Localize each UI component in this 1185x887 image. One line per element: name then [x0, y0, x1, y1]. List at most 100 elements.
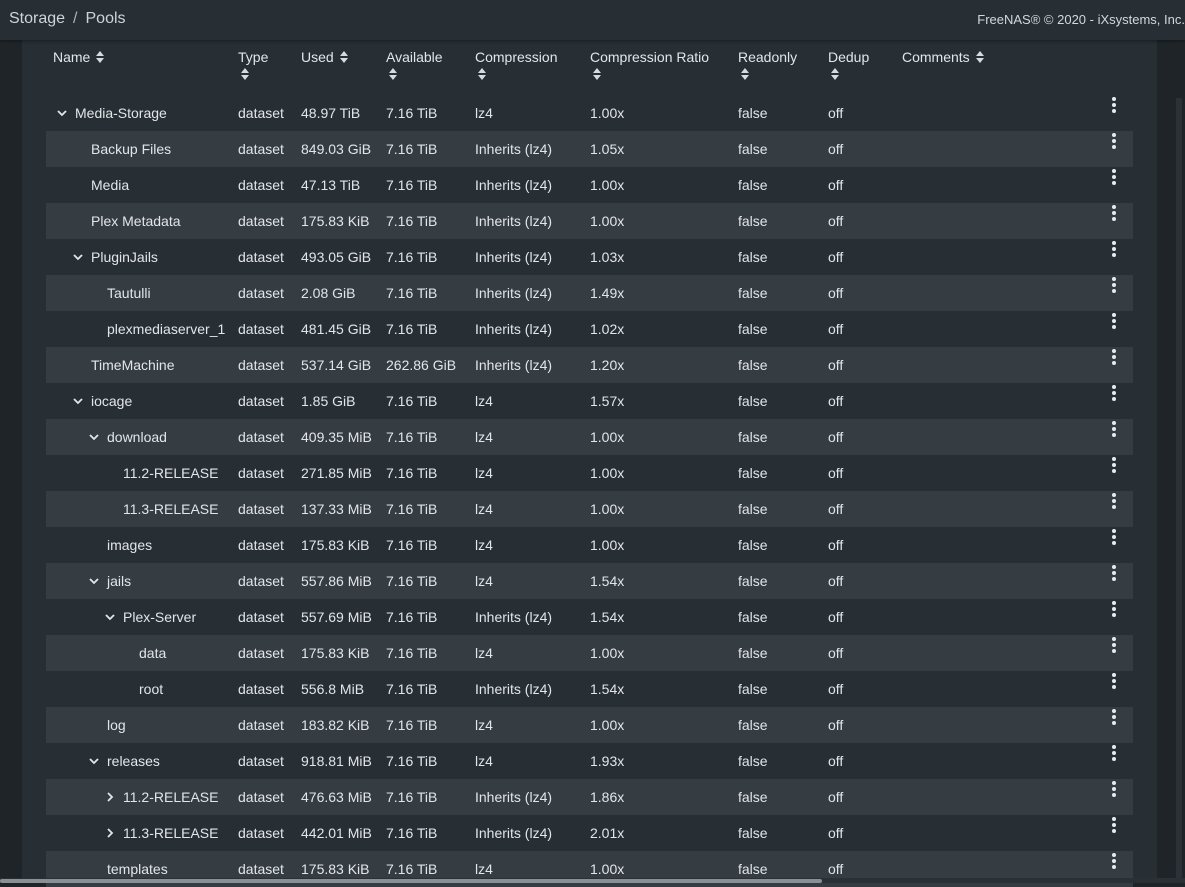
- dedup-cell: off: [828, 393, 844, 409]
- readonly-cell: false: [738, 249, 768, 265]
- more-vertical-icon[interactable]: [1108, 205, 1120, 225]
- column-header-readonly[interactable]: Readonly: [738, 49, 797, 80]
- available-cell: 7.16 TiB: [386, 249, 438, 265]
- chevron-down-icon[interactable]: [88, 755, 100, 767]
- column-header-dedup[interactable]: Dedup: [828, 49, 869, 80]
- more-vertical-icon[interactable]: [1108, 781, 1120, 801]
- more-vertical-icon[interactable]: [1108, 493, 1120, 513]
- vertical-scrollbar-thumb[interactable]: [1176, 98, 1182, 878]
- available-cell: 7.16 TiB: [386, 141, 438, 157]
- type-cell: dataset: [238, 141, 284, 157]
- more-vertical-icon[interactable]: [1108, 133, 1120, 153]
- more-vertical-icon[interactable]: [1108, 421, 1120, 441]
- column-header-used[interactable]: Used: [301, 49, 348, 66]
- table-row[interactable]: Plex Metadata dataset 175.83 KiB 7.16 TiB In…: [46, 203, 1133, 239]
- readonly-cell: false: [738, 321, 768, 337]
- sort-icon[interactable]: [975, 51, 984, 63]
- chevron-down-icon[interactable]: [56, 107, 68, 119]
- more-vertical-icon[interactable]: [1108, 313, 1120, 333]
- more-vertical-icon[interactable]: [1108, 673, 1120, 693]
- menu-dot: [1112, 313, 1116, 317]
- table-row[interactable]: Backup Files dataset 849.03 GiB 7.16 TiB Inh…: [46, 131, 1133, 167]
- table-row[interactable]: jails dataset 557.86 MiB 7.16 TiB lz4 1.54x fa…: [46, 563, 1133, 599]
- used-cell: 271.85 MiB: [301, 465, 372, 481]
- horizontal-scrollbar-thumb[interactable]: [0, 879, 822, 883]
- menu-dot: [1112, 355, 1116, 359]
- name-cell: iocage: [91, 393, 133, 409]
- chevron-right-icon[interactable]: [104, 791, 116, 803]
- name-cell: Media-Storage: [75, 105, 167, 121]
- table-row[interactable]: TimeMachine dataset 537.14 GiB 262.86 GiB In…: [46, 347, 1133, 383]
- column-header-available[interactable]: Available: [386, 49, 443, 80]
- menu-dot: [1112, 109, 1116, 113]
- menu-dot: [1112, 325, 1116, 329]
- dedup-cell: off: [828, 789, 844, 805]
- chevron-down-icon[interactable]: [104, 611, 116, 623]
- sort-icon[interactable]: [593, 68, 601, 80]
- name-cell: Media: [91, 177, 130, 193]
- more-vertical-icon[interactable]: [1108, 817, 1120, 837]
- table-row[interactable]: images dataset 175.83 KiB 7.16 TiB lz4 1.00x f…: [46, 527, 1133, 563]
- sort-icon[interactable]: [241, 68, 249, 80]
- compression-ratio-cell: 1.05x: [590, 141, 625, 157]
- chevron-down-icon[interactable]: [88, 575, 100, 587]
- more-vertical-icon[interactable]: [1108, 529, 1120, 549]
- table-row[interactable]: download dataset 409.35 MiB 7.16 TiB lz4 1.00…: [46, 419, 1133, 455]
- table-row[interactable]: Media dataset 47.13 TiB 7.16 TiB Inherits (l…: [46, 167, 1133, 203]
- more-vertical-icon[interactable]: [1108, 349, 1120, 369]
- table-row[interactable]: Tautulli dataset 2.08 GiB 7.16 TiB Inherits …: [46, 275, 1133, 311]
- chevron-down-icon[interactable]: [88, 431, 100, 443]
- dedup-cell: off: [828, 429, 844, 445]
- chevron-down-icon[interactable]: [72, 251, 84, 263]
- compression-cell: Inherits (lz4): [475, 609, 553, 625]
- menu-dot: [1112, 181, 1116, 185]
- table-row[interactable]: releases dataset 918.81 MiB 7.16 TiB lz4 1.93…: [46, 743, 1133, 779]
- column-header-name[interactable]: Name: [53, 49, 105, 66]
- type-cell: dataset: [238, 177, 284, 193]
- more-vertical-icon[interactable]: [1108, 709, 1120, 729]
- table-row[interactable]: Plex-Server dataset 557.69 MiB 7.16 TiB Inhe…: [46, 599, 1133, 635]
- compression-cell: lz4: [475, 861, 493, 877]
- breadcrumb-storage[interactable]: Storage: [9, 10, 65, 27]
- available-cell: 7.16 TiB: [386, 573, 438, 589]
- table-row[interactable]: log dataset 183.82 KiB 7.16 TiB lz4 1.00x fals…: [46, 707, 1133, 743]
- table-row[interactable]: 11.3-RELEASE dataset 442.01 MiB 7.16 TiB Inh…: [46, 815, 1133, 851]
- more-vertical-icon[interactable]: [1108, 385, 1120, 405]
- more-vertical-icon[interactable]: [1108, 637, 1120, 657]
- more-vertical-icon[interactable]: [1108, 457, 1120, 477]
- more-vertical-icon[interactable]: [1108, 169, 1120, 189]
- used-cell: 2.08 GiB: [301, 285, 356, 301]
- table-row[interactable]: iocage dataset 1.85 GiB 7.16 TiB lz4 1.57x fal…: [46, 383, 1133, 419]
- more-vertical-icon[interactable]: [1108, 565, 1120, 585]
- available-cell: 7.16 TiB: [386, 285, 438, 301]
- table-row[interactable]: data dataset 175.83 KiB 7.16 TiB lz4 1.00x fal…: [46, 635, 1133, 671]
- table-row[interactable]: 11.2-RELEASE dataset 271.85 MiB 7.16 TiB lz4…: [46, 455, 1133, 491]
- table-row[interactable]: plexmediaserver_1 dataset 481.45 GiB 7.16 T…: [46, 311, 1133, 347]
- menu-dot: [1112, 253, 1116, 257]
- sort-icon[interactable]: [478, 68, 486, 80]
- more-vertical-icon[interactable]: [1108, 853, 1120, 873]
- sort-icon[interactable]: [96, 51, 105, 63]
- sort-icon[interactable]: [831, 68, 839, 80]
- table-row[interactable]: root dataset 556.8 MiB 7.16 TiB Inherits (lz…: [46, 671, 1133, 707]
- sort-icon[interactable]: [741, 68, 749, 80]
- table-row[interactable]: 11.2-RELEASE dataset 476.63 MiB 7.16 TiB Inh…: [46, 779, 1133, 815]
- more-vertical-icon[interactable]: [1108, 241, 1120, 261]
- column-header-compression-ratio[interactable]: Compression Ratio: [590, 49, 709, 80]
- column-header-compression[interactable]: Compression: [475, 49, 557, 80]
- readonly-cell: false: [738, 177, 768, 193]
- dedup-cell: off: [828, 861, 844, 877]
- more-vertical-icon[interactable]: [1108, 277, 1120, 297]
- chevron-right-icon[interactable]: [104, 827, 116, 839]
- sort-icon[interactable]: [389, 68, 397, 80]
- more-vertical-icon[interactable]: [1108, 97, 1120, 117]
- chevron-down-icon[interactable]: [72, 395, 84, 407]
- table-row[interactable]: Media-Storage dataset 48.97 TiB 7.16 TiB lz4…: [46, 95, 1133, 131]
- more-vertical-icon[interactable]: [1108, 601, 1120, 621]
- sort-icon[interactable]: [339, 51, 348, 63]
- table-row[interactable]: PluginJails dataset 493.05 GiB 7.16 TiB Inhe…: [46, 239, 1133, 275]
- column-header-comments[interactable]: Comments: [902, 49, 984, 66]
- column-header-type[interactable]: Type: [238, 49, 268, 80]
- more-vertical-icon[interactable]: [1108, 745, 1120, 765]
- table-row[interactable]: 11.3-RELEASE dataset 137.33 MiB 7.16 TiB lz4…: [46, 491, 1133, 527]
